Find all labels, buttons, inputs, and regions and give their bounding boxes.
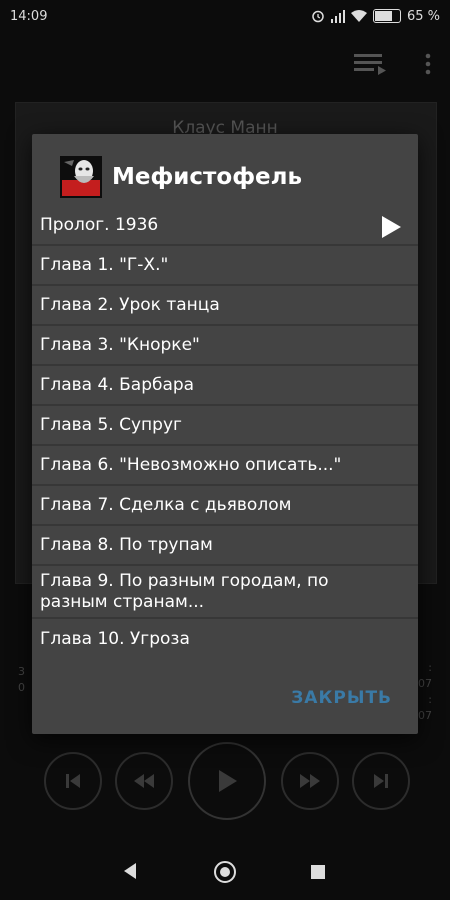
chapter-item[interactable]: Глава 6. "Невозможно описать..." xyxy=(32,446,418,486)
rewind-button[interactable] xyxy=(115,752,173,810)
background-elapsed-time: 30 xyxy=(18,665,25,694)
home-icon[interactable] xyxy=(213,860,237,884)
chapter-label: Глава 9. По разным городам, по разным ст… xyxy=(40,570,329,612)
fast-forward-icon xyxy=(300,774,320,788)
book-cover-icon xyxy=(60,156,102,198)
chapter-label: Глава 5. Супруг xyxy=(40,414,182,435)
chapter-item[interactable]: Глава 7. Сделка с дьяволом xyxy=(32,486,418,526)
chapter-item[interactable]: Глава 1. "Г-Х." xyxy=(32,246,418,286)
chapter-item[interactable]: Глава 10. Угроза xyxy=(32,619,418,659)
chapters-dialog: Мефистофель Пролог. 1936 Глава 1. "Г-Х."… xyxy=(32,134,418,734)
player-controls xyxy=(0,738,450,822)
play-pause-button[interactable] xyxy=(188,742,266,820)
chapter-list: Пролог. 1936 Глава 1. "Г-Х." Глава 2. Ур… xyxy=(32,206,418,659)
battery-icon xyxy=(372,9,401,23)
playlist-icon[interactable] xyxy=(354,52,388,76)
chapter-label: Глава 3. "Кнорке" xyxy=(40,334,200,355)
status-bar: 14:09 65 % xyxy=(0,0,450,32)
play-icon[interactable] xyxy=(380,215,402,239)
play-icon xyxy=(219,770,237,792)
status-icons: 65 % xyxy=(311,9,440,24)
chapter-label: Глава 10. Угроза xyxy=(40,628,190,649)
chapter-item[interactable]: Глава 8. По трупам xyxy=(32,526,418,566)
navigation-bar xyxy=(0,846,450,900)
chapter-item[interactable]: Глава 5. Супруг xyxy=(32,406,418,446)
back-icon[interactable] xyxy=(122,862,138,880)
app-toolbar xyxy=(0,32,450,96)
alarm-icon xyxy=(312,10,324,23)
chapter-label: Пролог. 1936 xyxy=(40,214,159,235)
chapter-item[interactable]: Глава 3. "Кнорке" xyxy=(32,326,418,366)
background-total-time: :07:07 xyxy=(418,661,432,722)
chapter-label: Глава 8. По трупам xyxy=(40,534,213,555)
skip-previous-button[interactable] xyxy=(44,752,102,810)
skip-next-button[interactable] xyxy=(352,752,410,810)
chapter-label: Глава 7. Сделка с дьяволом xyxy=(40,494,292,515)
rewind-icon xyxy=(134,774,154,788)
signal-icon xyxy=(330,9,345,23)
fast-forward-button[interactable] xyxy=(281,752,339,810)
chapter-item[interactable]: Глава 9. По разным городам, по разным ст… xyxy=(32,566,418,619)
chapter-item[interactable]: Глава 2. Урок танца xyxy=(32,286,418,326)
chapter-label: Глава 1. "Г-Х." xyxy=(40,254,169,275)
skip-previous-icon xyxy=(66,774,80,788)
chapter-label: Глава 6. "Невозможно описать..." xyxy=(40,454,342,475)
skip-next-icon xyxy=(374,774,388,788)
chapter-item[interactable]: Пролог. 1936 xyxy=(32,206,418,246)
chapter-label: Глава 2. Урок танца xyxy=(40,294,220,315)
status-time: 14:09 xyxy=(10,8,48,24)
recents-icon[interactable] xyxy=(310,864,326,880)
wifi-icon xyxy=(350,10,367,22)
more-icon[interactable] xyxy=(424,52,432,76)
chapter-item[interactable]: Глава 4. Барбара xyxy=(32,366,418,406)
close-button[interactable]: ЗАКРЫТЬ xyxy=(291,688,392,708)
battery-text: 65 % xyxy=(406,8,440,24)
chapter-label: Глава 4. Барбара xyxy=(40,374,195,395)
dialog-title: Мефистофель xyxy=(112,164,302,190)
